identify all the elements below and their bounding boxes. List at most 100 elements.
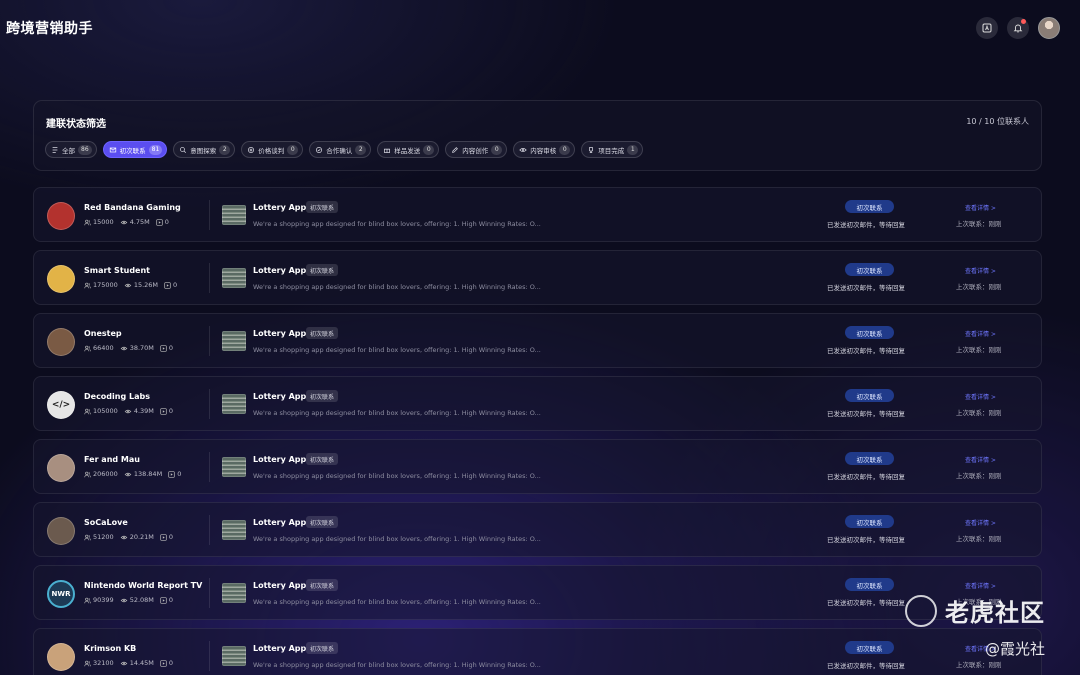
app-thumbnail — [222, 583, 246, 603]
eye-icon — [120, 346, 127, 350]
filter-chip-label: 合作确认 — [326, 146, 353, 155]
view-details-link[interactable]: 查看详情 > — [965, 329, 996, 338]
view-details-link[interactable]: 查看详情 > — [965, 455, 996, 464]
contact-name: Onestep — [84, 329, 122, 338]
eye-icon — [124, 472, 132, 476]
notification-dot — [1021, 19, 1026, 24]
app-thumbnail — [222, 520, 246, 540]
contact-avatar — [47, 265, 75, 293]
app-title: 跨境营销助手 — [6, 21, 93, 37]
stage-tag: 初次联系 — [306, 390, 339, 402]
mail-icon — [109, 146, 117, 154]
view-details-link[interactable]: 查看详情 > — [965, 203, 996, 212]
contact-card[interactable]: Onestep 66400 38.70M 0 Lottery App 初次联系 We're … — [33, 313, 1042, 368]
contact-name: SoCaLove — [84, 518, 128, 527]
followers-stat: 90399 — [84, 596, 114, 604]
view-details-link[interactable]: 查看详情 > — [965, 518, 996, 527]
app-thumbnail — [222, 331, 246, 351]
filter-chip[interactable]: 全部 86 — [45, 141, 97, 158]
stage-tag: 初次联系 — [306, 579, 339, 591]
videos-stat: 0 — [160, 659, 173, 667]
filter-chip-count: 2 — [219, 144, 231, 155]
watermark-sub: @霞光社 — [985, 640, 1046, 658]
contact-avatar — [47, 328, 75, 356]
last-contact-time: 上次联系：刚刚 — [956, 220, 1002, 228]
contact-name: Decoding Labs — [84, 392, 150, 401]
pitch-description: We're a shopping app designed for blind … — [253, 661, 541, 669]
app-thumbnail — [222, 457, 246, 477]
contact-card[interactable]: Krimson KB 32100 14.45M 0 Lottery App 初次联系 We'… — [33, 628, 1042, 675]
card-divider — [209, 263, 210, 293]
filter-chip-label: 价格谈判 — [258, 146, 285, 155]
users-icon — [84, 408, 91, 414]
status-text: 已发送初次邮件，等待回复 — [827, 410, 905, 418]
contact-card[interactable]: Smart Student 175000 15.26M 0 Lottery App 初次联… — [33, 250, 1042, 305]
eye-icon — [120, 598, 127, 602]
user-avatar[interactable] — [1038, 17, 1060, 39]
video-icon — [160, 407, 167, 415]
coin-icon — [247, 146, 255, 154]
filter-chip[interactable]: 初次联系 81 — [102, 141, 168, 158]
view-details-link[interactable]: 查看详情 > — [965, 266, 996, 275]
app-thumbnail — [222, 394, 246, 414]
contact-stats: 15000 4.75M 0 — [84, 218, 169, 226]
contact-card[interactable]: NWR Nintendo World Report TV 90399 52.08M 0 L… — [33, 565, 1042, 620]
filter-chip[interactable]: 合作确认 2 — [309, 141, 372, 158]
filter-chip[interactable]: 样品发送 0 — [377, 141, 440, 158]
filter-chip[interactable]: 内容审核 0 — [513, 141, 576, 158]
contact-stats: 90399 52.08M 0 — [84, 596, 173, 604]
video-icon — [160, 659, 167, 667]
pitch-description: We're a shopping app designed for blind … — [253, 409, 541, 417]
filter-chip[interactable]: 项目完成 1 — [581, 141, 644, 158]
followers-stat: 15000 — [84, 218, 114, 226]
stage-tag: 初次联系 — [306, 453, 339, 465]
status-badge: 初次联系 — [845, 200, 894, 213]
videos-stat: 0 — [164, 281, 177, 289]
status-badge: 初次联系 — [845, 452, 894, 465]
app-thumbnail — [222, 205, 246, 225]
filter-chip[interactable]: 意图探索 2 — [173, 141, 236, 158]
filter-chips: 全部 86 初次联系 81 意图探索 2 价格谈判 0 合作确认 2 样品发送 0 内容创作 0 内容审核 0… — [45, 141, 644, 158]
views-stat: 14.45M — [120, 659, 154, 667]
videos-stat: 0 — [160, 407, 173, 415]
notification-button[interactable] — [1007, 17, 1029, 39]
bell-icon — [1013, 24, 1023, 33]
views-stat: 138.84M — [124, 470, 162, 478]
last-contact-time: 上次联系：刚刚 — [956, 346, 1002, 354]
filter-chip[interactable]: 价格谈判 0 — [241, 141, 304, 158]
contact-avatar — [47, 454, 75, 482]
contact-avatar — [47, 643, 75, 671]
filter-title: 建联状态筛选 — [46, 119, 106, 130]
view-details-link[interactable]: 查看详情 > — [965, 392, 996, 401]
app-name: Lottery App — [253, 455, 307, 464]
card-divider — [209, 641, 210, 671]
filter-chip-count: 0 — [491, 144, 503, 155]
status-filter-panel: 建联状态筛选 10 / 10 位联系人 全部 86 初次联系 81 意图探索 2 价格谈判 0… — [33, 100, 1042, 171]
filter-chip[interactable]: 内容创作 0 — [445, 141, 508, 158]
contact-card[interactable]: Red Bandana Gaming 15000 4.75M 0 Lottery App… — [33, 187, 1042, 242]
view-details-link[interactable]: 查看详情 > — [965, 581, 996, 590]
pitch-description: We're a shopping app designed for blind … — [253, 535, 541, 543]
status-badge: 初次联系 — [845, 263, 894, 276]
status-badge: 初次联系 — [845, 578, 894, 591]
stage-tag: 初次联系 — [306, 642, 339, 654]
card-divider — [209, 452, 210, 482]
contact-name: Nintendo World Report TV — [84, 581, 203, 590]
card-divider — [209, 515, 210, 545]
users-icon — [84, 660, 91, 666]
contact-card[interactable]: SoCaLove 51200 20.21M 0 Lottery App 初次联系 We're… — [33, 502, 1042, 557]
contact-card[interactable]: </> Decoding Labs 105000 4.39M 0 Lottery App 初… — [33, 376, 1042, 431]
translate-button[interactable] — [976, 17, 998, 39]
contact-card[interactable]: Fer and Mau 206000 138.84M 0 Lottery App 初次联系… — [33, 439, 1042, 494]
video-icon — [156, 218, 163, 226]
contact-avatar: NWR — [47, 580, 75, 608]
app-name: Lottery App — [253, 644, 307, 653]
contact-avatar — [47, 202, 75, 230]
app-name: Lottery App — [253, 392, 307, 401]
stage-tag: 初次联系 — [306, 327, 339, 339]
status-text: 已发送初次邮件，等待回复 — [827, 221, 905, 229]
contact-stats: 51200 20.21M 0 — [84, 533, 173, 541]
pitch-description: We're a shopping app designed for blind … — [253, 220, 541, 228]
filter-chip-count: 86 — [78, 144, 92, 155]
app-name: Lottery App — [253, 581, 307, 590]
